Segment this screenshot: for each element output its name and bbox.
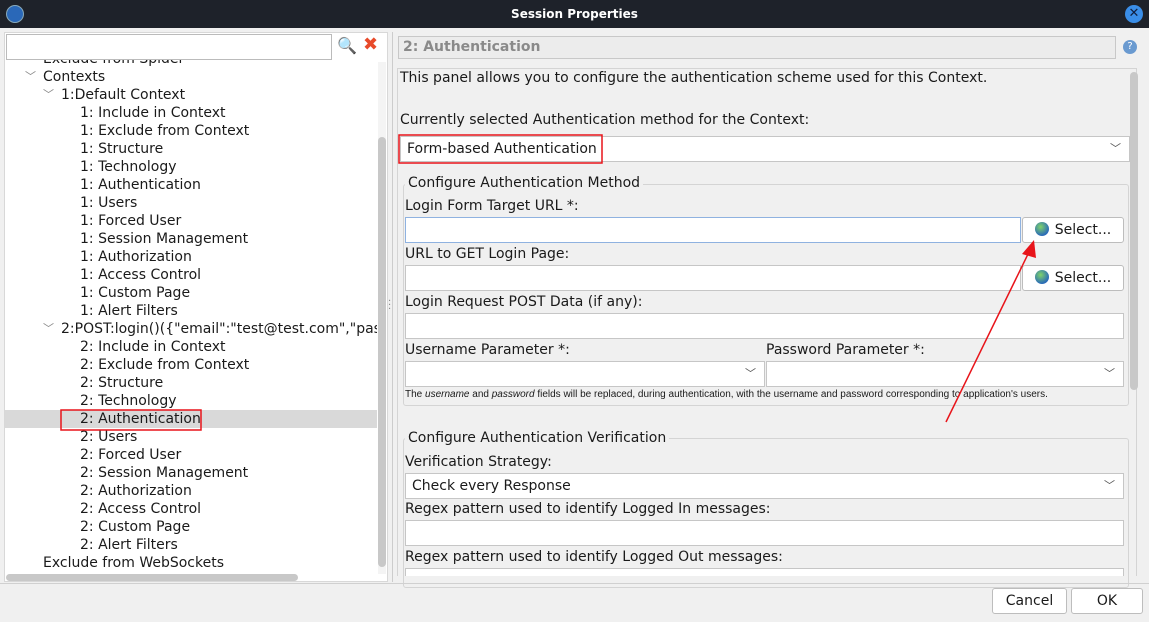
annotation-arrowhead — [1022, 240, 1036, 258]
annotation-box-tree — [60, 409, 202, 431]
annotation-box-method — [398, 134, 603, 164]
annotation-arrow — [945, 249, 1031, 423]
annotation-overlay — [60, 134, 1036, 431]
